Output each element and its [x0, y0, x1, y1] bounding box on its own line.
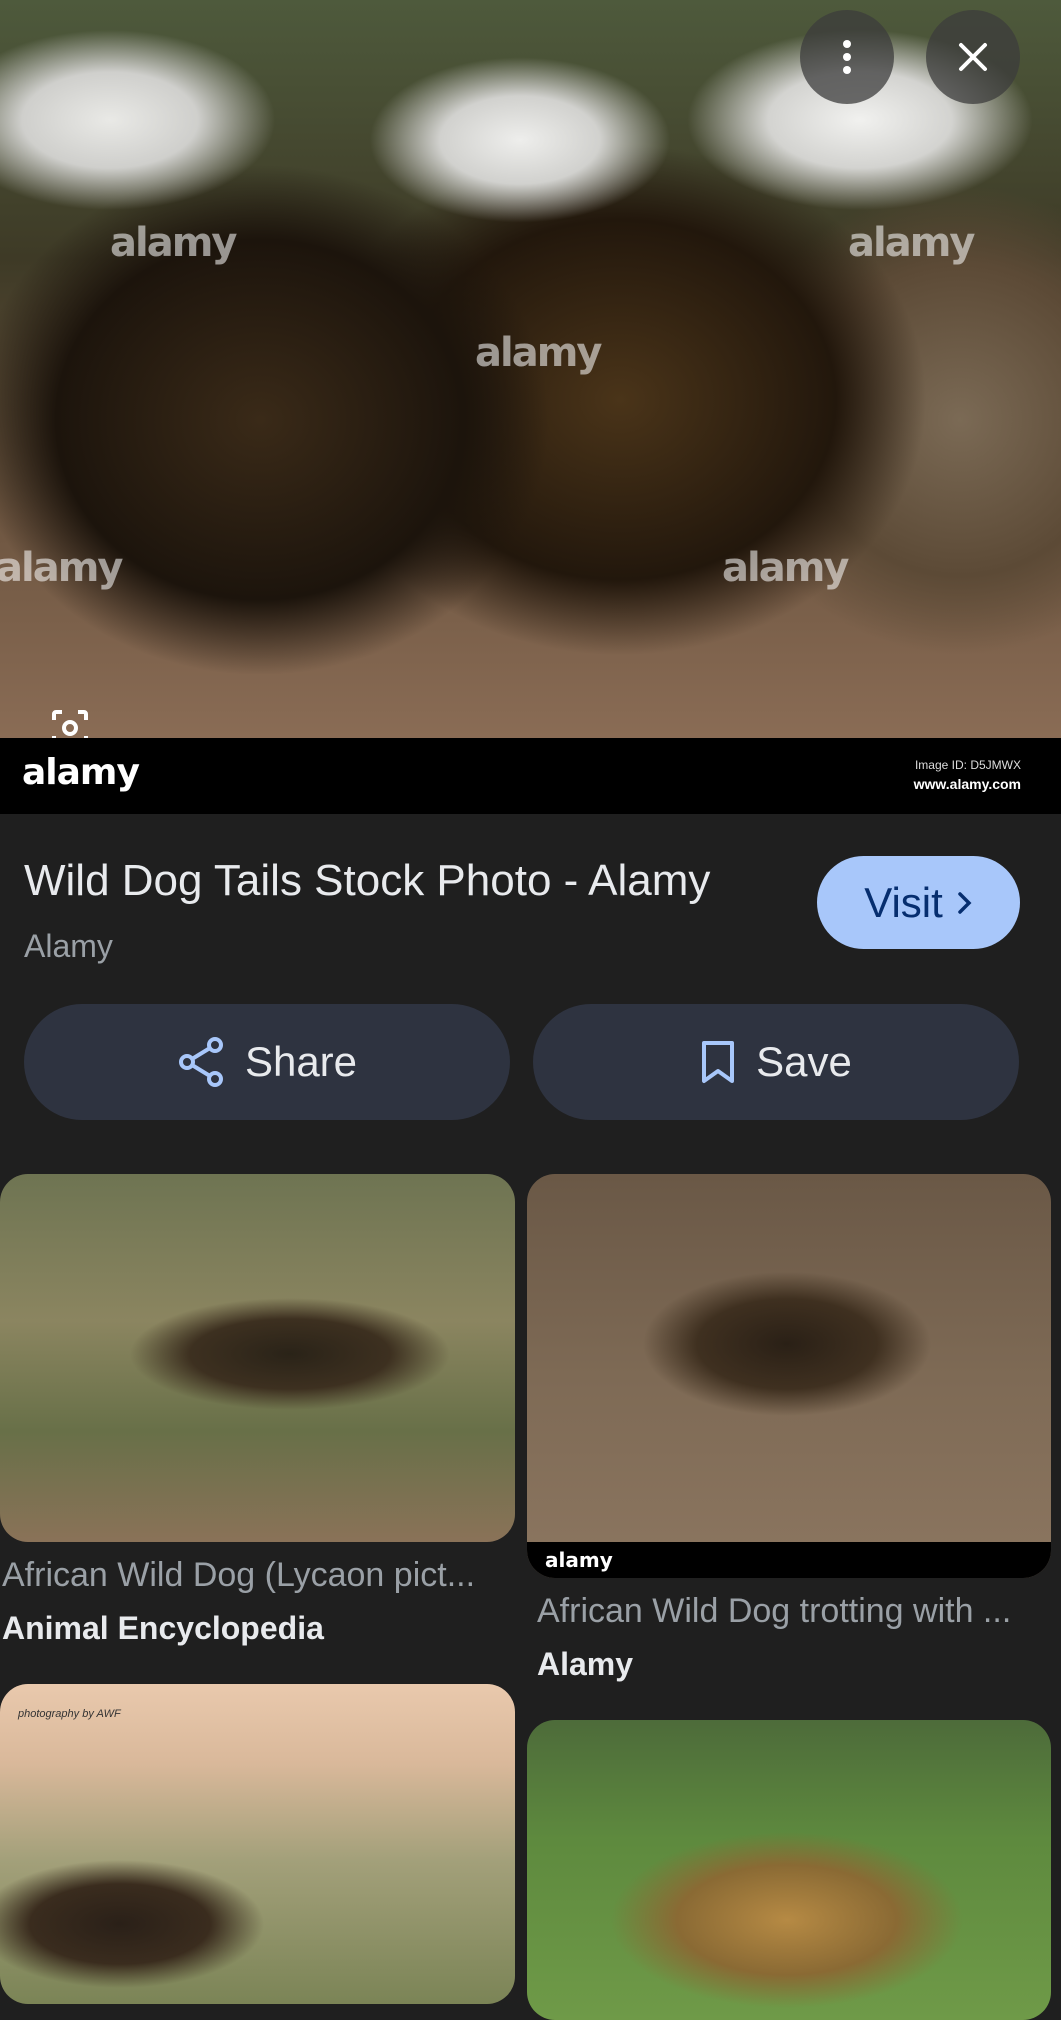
chevron-right-icon — [958, 891, 972, 914]
image-url: www.alamy.com — [913, 776, 1021, 792]
related-image-2[interactable]: alamy — [527, 1174, 1051, 1578]
result-source: Alamy — [24, 928, 113, 964]
watermark: alamy — [0, 545, 123, 591]
related-caption: African Wild Dog (Lycaon pict... — [2, 1556, 476, 1594]
related-image-4[interactable] — [527, 1720, 1051, 2020]
watermark: alamy — [475, 330, 602, 376]
related-caption: African Wild Dog trotting with ... — [537, 1592, 1012, 1630]
visit-label: Visit — [864, 878, 943, 926]
more-vert-icon — [843, 40, 851, 74]
related-image-3[interactable]: photography by AWF — [0, 1684, 515, 2004]
alamy-logo: alamy — [22, 752, 140, 793]
visit-button[interactable]: Visit — [817, 856, 1020, 949]
alamy-logo: alamy — [545, 1548, 613, 1572]
bookmark-icon — [702, 1041, 735, 1083]
close-icon — [959, 43, 987, 71]
save-button[interactable]: Save — [533, 1004, 1019, 1120]
watermark: alamy — [848, 220, 975, 266]
image-id: Image ID: D5JMWX — [914, 758, 1021, 772]
main-image[interactable]: alamy alamy alamy alamy alamy — [0, 0, 1061, 738]
save-label: Save — [756, 1038, 852, 1085]
related-site: Animal Encyclopedia — [2, 1610, 324, 1646]
close-button[interactable] — [926, 10, 1020, 104]
result-title[interactable]: Wild Dog Tails Stock Photo - Alamy — [24, 856, 710, 906]
watermark: alamy — [722, 545, 849, 591]
more-options-button[interactable] — [800, 10, 894, 104]
image-footer-band — [0, 738, 1061, 814]
watermark: alamy — [110, 220, 237, 266]
related-site: Alamy — [537, 1646, 634, 1682]
related-image-1[interactable] — [0, 1174, 515, 1542]
share-label: Share — [244, 1038, 358, 1085]
share-button[interactable]: Share — [24, 1004, 510, 1120]
share-icon — [178, 1037, 223, 1087]
photo-credit-badge: photography by AWF — [18, 1708, 121, 1720]
